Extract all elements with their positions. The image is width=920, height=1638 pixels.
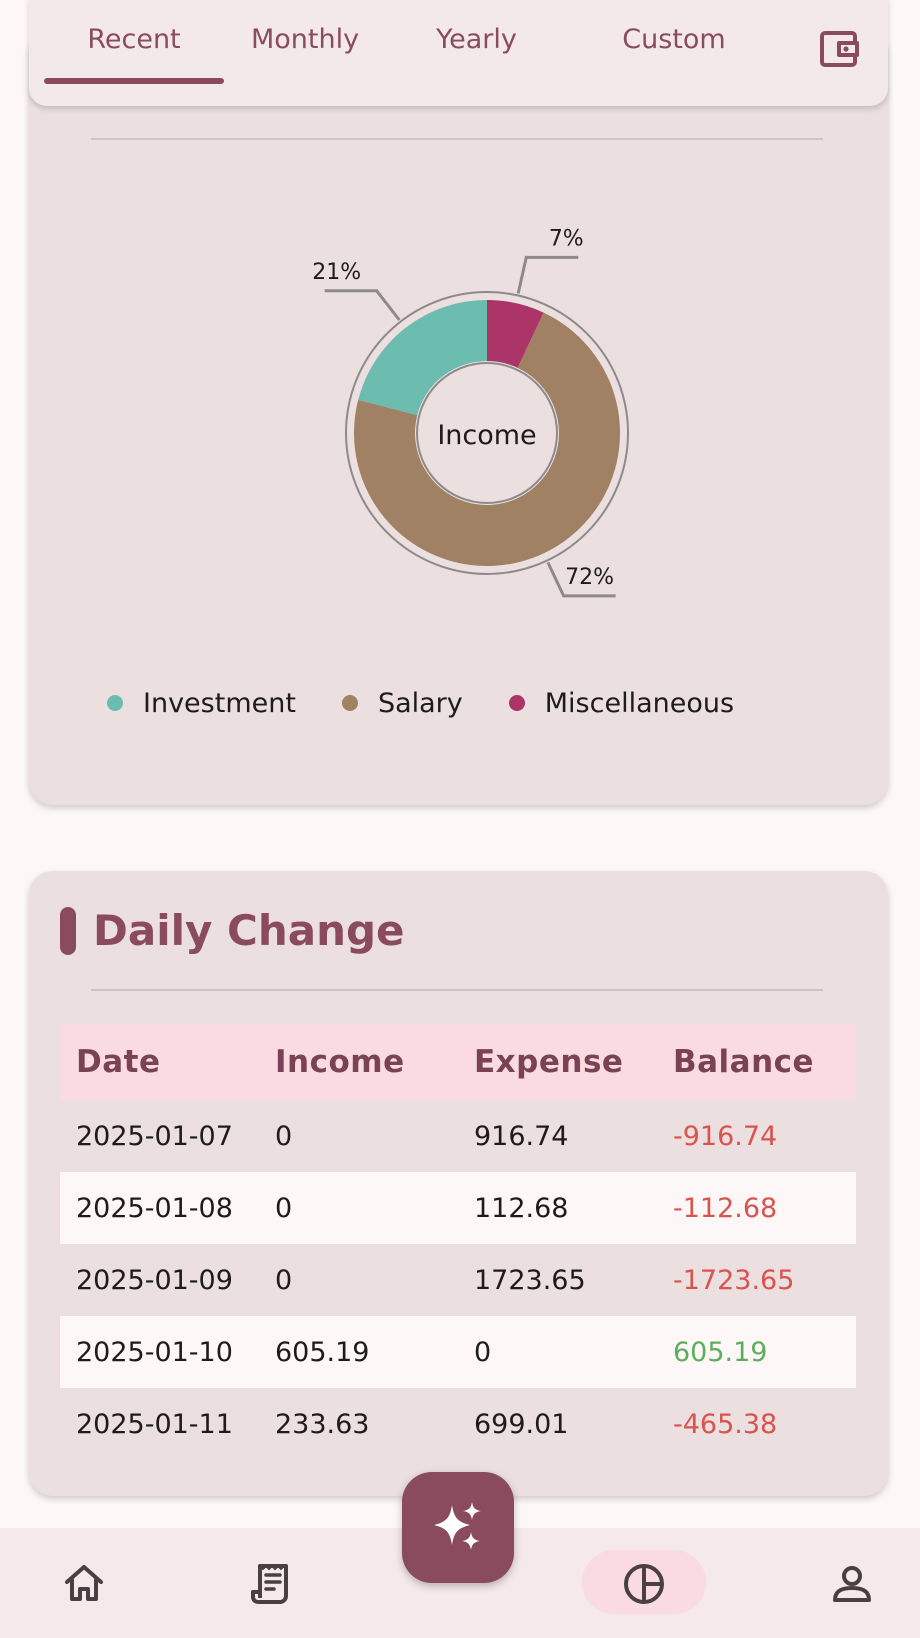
period-tab-bar: Recent Monthly Yearly Custom — [29, 0, 888, 106]
legend-item-salary: Salary — [341, 687, 463, 719]
cell-expense: 0 — [474, 1336, 492, 1368]
column-header: Expense — [474, 1044, 624, 1080]
home-icon — [65, 1565, 103, 1601]
cell-date: 2025-01-09 — [76, 1264, 233, 1296]
tab-custom[interactable]: Custom — [619, 20, 729, 60]
cell-balance: 605.19 — [673, 1336, 768, 1368]
nav-profile[interactable] — [790, 1550, 914, 1614]
legend-label: Miscellaneous — [544, 687, 735, 719]
title-accent-bar — [60, 907, 76, 955]
cell-income: 0 — [275, 1264, 293, 1296]
cell-expense: 699.01 — [474, 1408, 569, 1440]
legend-dot — [341, 695, 358, 711]
chart-legend: Investment Salary Miscellaneous — [107, 683, 780, 723]
table-row: 2025-01-10 605.19 0 605.19 — [60, 1316, 856, 1388]
cell-balance: -1723.65 — [673, 1264, 795, 1296]
legend-dot — [107, 695, 123, 711]
slice-percent-label: 21% — [312, 260, 361, 285]
ai-assistant-button[interactable] — [402, 1472, 514, 1583]
cell-date: 2025-01-10 — [76, 1336, 233, 1368]
cell-expense: 112.68 — [474, 1192, 569, 1224]
cell-income: 0 — [275, 1120, 293, 1152]
pie-chart-icon — [624, 1564, 664, 1604]
nav-transactions[interactable] — [210, 1550, 334, 1614]
slice-percent-label: 7% — [549, 226, 584, 251]
sparkles-icon — [434, 1502, 481, 1550]
cell-expense: 1723.65 — [474, 1264, 586, 1296]
tab-monthly[interactable]: Monthly — [246, 20, 364, 60]
daily-change-card: Daily Change Date Income Expense Balance… — [29, 871, 888, 1496]
divider — [91, 989, 823, 991]
card-title: Daily Change — [93, 906, 405, 955]
column-header: Date — [76, 1044, 161, 1080]
wallet-icon[interactable] — [819, 30, 863, 70]
tab-yearly[interactable]: Yearly — [429, 20, 524, 60]
cell-balance: -465.38 — [673, 1408, 778, 1440]
cell-balance: -112.68 — [673, 1192, 778, 1224]
daily-change-table: Date Income Expense Balance 2025-01-07 0… — [60, 1024, 856, 1460]
receipt-icon — [251, 1564, 288, 1604]
column-header: Income — [275, 1044, 405, 1080]
table-row: 2025-01-07 0 916.74 -916.74 — [60, 1100, 856, 1172]
leader-line — [324, 289, 401, 321]
slice-percent-label: 72% — [565, 565, 614, 590]
cell-date: 2025-01-11 — [76, 1408, 233, 1440]
legend-item-miscellaneous: Miscellaneous — [508, 687, 735, 719]
divider — [91, 138, 823, 140]
nav-statistics[interactable] — [582, 1550, 706, 1614]
table-row: 2025-01-08 0 112.68 -112.68 — [60, 1172, 856, 1244]
chart-center-label: Income — [437, 420, 536, 451]
cell-expense: 916.74 — [474, 1120, 569, 1152]
nav-home[interactable] — [22, 1550, 146, 1614]
cell-income: 605.19 — [275, 1336, 370, 1368]
table-row: 2025-01-11 233.63 699.01 -465.38 — [60, 1388, 856, 1460]
person-icon — [833, 1566, 871, 1602]
cell-balance: -916.74 — [673, 1120, 778, 1152]
legend-dot — [508, 695, 525, 711]
active-tab-indicator — [44, 78, 224, 84]
legend-label: Salary — [377, 687, 463, 719]
leader-line — [516, 255, 579, 294]
cell-income: 233.63 — [275, 1408, 370, 1440]
table-row: 2025-01-09 0 1723.65 -1723.65 — [60, 1244, 856, 1316]
income-chart-card: Income 7% 72% 21% Investment Salary Miscel… — [29, 30, 888, 805]
cell-date: 2025-01-07 — [76, 1120, 233, 1152]
legend-item-investment: Investment — [107, 688, 296, 719]
legend-label: Investment — [143, 687, 296, 719]
income-donut-chart: Income 7% 72% 21% — [312, 226, 629, 598]
cell-income: 0 — [275, 1192, 293, 1224]
cell-date: 2025-01-08 — [76, 1192, 233, 1224]
tab-recent[interactable]: Recent — [74, 20, 194, 60]
column-header: Balance — [673, 1044, 815, 1080]
table-header: Date Income Expense Balance — [60, 1024, 856, 1100]
